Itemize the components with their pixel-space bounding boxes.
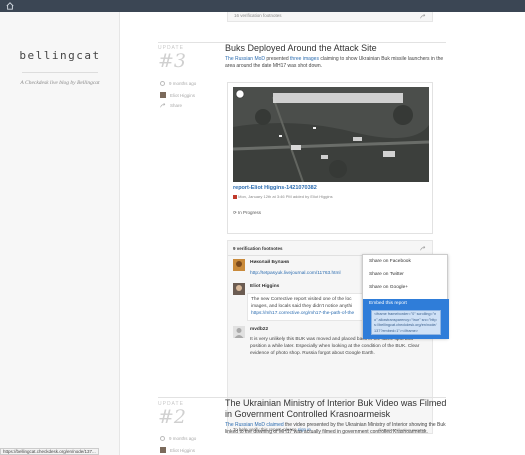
site-tagline: A Checkdesk live blog by Bellingcat <box>20 80 100 86</box>
update-number: #3 <box>158 50 187 72</box>
share-google[interactable]: Share on Google+ <box>369 285 408 290</box>
update-body: The Russian MoD presented three images c… <box>225 56 444 69</box>
footnote-author[interactable]: Николай Буланв <box>250 260 289 265</box>
embed-code-field[interactable]: <iframe frameborder="0" scrolling="no" a… <box>371 310 441 335</box>
russian-mod-link[interactable]: The Russian MoD <box>225 422 265 428</box>
home-icon[interactable] <box>6 2 14 10</box>
avatar <box>160 92 166 98</box>
update-title[interactable]: Buks Deployed Around the Attack Site <box>225 43 377 53</box>
footnote-text: It is very unlikely this BUK was moved a… <box>250 337 420 356</box>
share-twitter[interactable]: Share on Twitter <box>369 272 404 277</box>
satellite-photo-graphic <box>233 87 429 182</box>
embed-report-item[interactable]: Embed this report <iframe frameborder="0… <box>363 299 449 339</box>
site-logo[interactable]: bellingcat <box>0 49 120 62</box>
browser-status-url: https://bellingcat.checkdesk.org/en/node… <box>0 448 99 455</box>
update-title[interactable]: The Ukrainian Ministry of Interior Buk V… <box>225 398 455 420</box>
update-share[interactable]: Share <box>160 103 182 108</box>
avatar <box>233 283 245 295</box>
refresh-icon: ⟳ <box>233 210 237 215</box>
embed-label[interactable]: Embed this report <box>369 301 407 306</box>
satellite-image[interactable] <box>233 87 429 182</box>
footnote-body: It is very unlikely this BUK was moved a… <box>247 336 430 366</box>
footnotes-header: 9 verification footnotes <box>233 246 283 251</box>
report-meta: Mon, January 12th at 3:46 PM added by El… <box>233 194 333 199</box>
update-author[interactable]: Eliot Higgins <box>160 92 195 98</box>
update-author[interactable]: Eliot Higgins <box>160 447 195 453</box>
divider <box>22 72 98 73</box>
share-icon[interactable] <box>420 246 426 251</box>
update-time: 9 months ago <box>160 436 196 441</box>
update-body: The Russian MoD claimed the video presen… <box>225 422 446 435</box>
clock-icon <box>160 81 165 86</box>
previous-footnotes-bar: 16 verification footnotes <box>227 12 433 22</box>
three-images-link[interactable]: three images <box>290 56 319 62</box>
report-title-link[interactable]: report-Eliot Higgins-1421070382 <box>233 185 317 191</box>
calendar-icon <box>233 194 237 199</box>
share-icon <box>160 103 166 108</box>
clock-icon <box>160 436 165 441</box>
footnotes-count[interactable]: 16 verification footnotes <box>234 13 282 18</box>
report-card: report-Eliot Higgins-1421070382 Mon, Jan… <box>227 82 433 234</box>
update-number: #2 <box>158 406 187 428</box>
main-content: 16 verification footnotes UPDATE #3 9 mo… <box>120 12 525 455</box>
share-menu: Share on Facebook Share on Twitter Share… <box>362 254 449 339</box>
top-navbar <box>0 0 525 12</box>
sidebar: bellingcat A Checkdesk live blog by Bell… <box>0 12 120 455</box>
share-icon[interactable] <box>420 14 426 19</box>
report-status: ⟳ In Progress <box>233 210 262 215</box>
russian-mod-link[interactable]: The Russian MoD <box>225 56 265 62</box>
avatar <box>233 326 245 338</box>
avatar <box>233 259 245 271</box>
footnote-author[interactable]: mvdb22 <box>250 327 268 332</box>
avatar <box>160 447 166 453</box>
claimed-link[interactable]: claimed <box>266 422 283 428</box>
footnote-author[interactable]: Eliot Higgins <box>250 284 279 289</box>
update-time: 9 months ago <box>160 81 196 86</box>
share-facebook[interactable]: Share on Facebook <box>369 259 411 264</box>
